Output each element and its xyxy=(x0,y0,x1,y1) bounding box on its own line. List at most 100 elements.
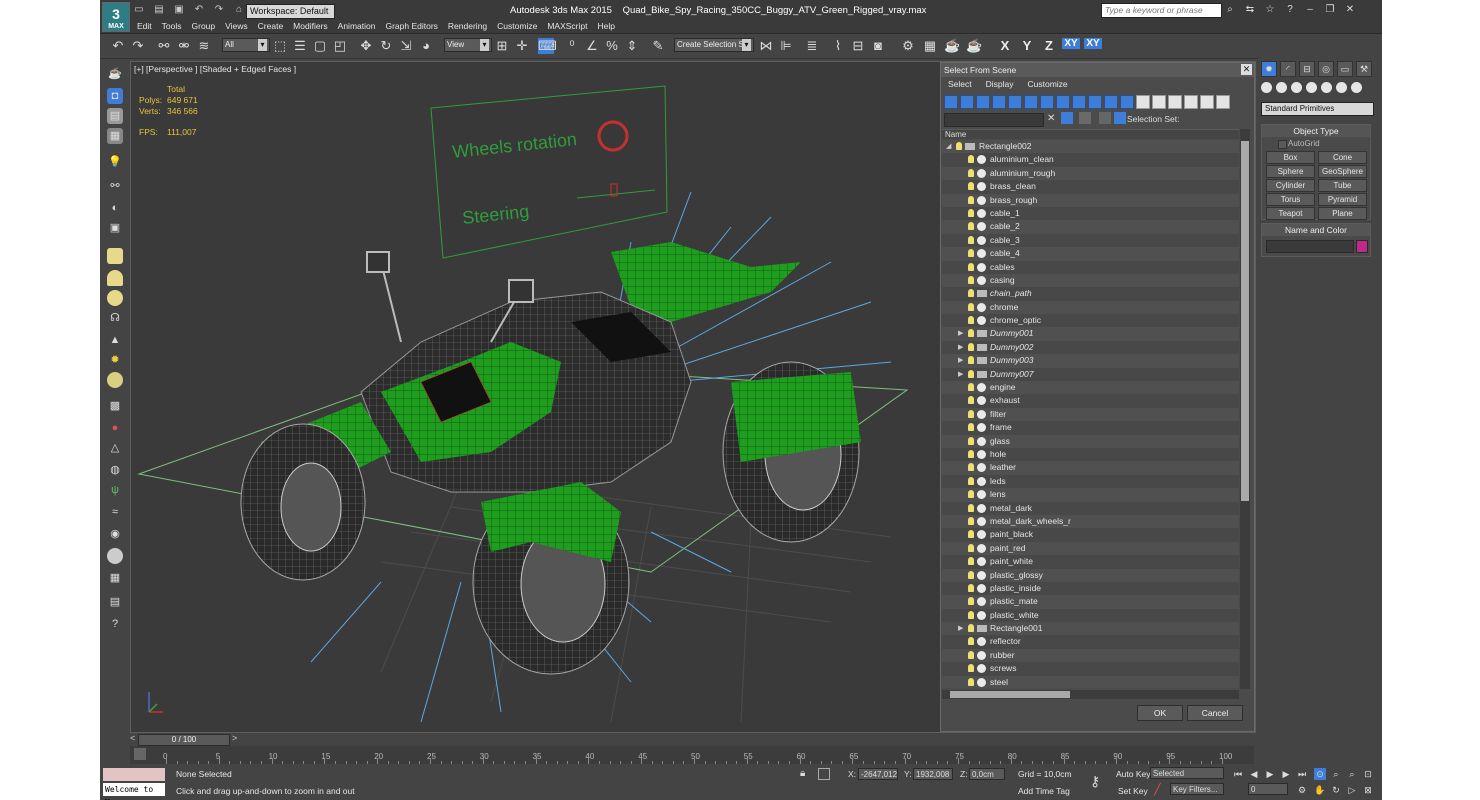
cone-button[interactable]: Cone xyxy=(1318,151,1367,164)
bulb-icon[interactable] xyxy=(968,624,974,633)
spinner-snap-icon[interactable]: ⇕ xyxy=(624,38,640,54)
scale-icon[interactable]: ⇲ xyxy=(398,38,414,54)
edit-named-selection-icon[interactable]: ✎ xyxy=(650,38,666,54)
reference-coordinate-dropdown[interactable]: View xyxy=(444,38,492,52)
list-item[interactable]: hole xyxy=(942,447,1239,462)
primitive-category-dropdown[interactable]: Standard Primitives xyxy=(1261,102,1374,116)
named-selection-dropdown[interactable]: Create Selection Se xyxy=(674,38,754,52)
options-icon[interactable] xyxy=(1216,95,1230,109)
align-icon[interactable]: ⊫ xyxy=(778,38,794,54)
filter-toggle-icon[interactable] xyxy=(1061,112,1073,124)
sphere-icon[interactable] xyxy=(107,290,123,306)
redo-icon[interactable]: ↷ xyxy=(130,38,146,54)
spacewarp-filter-icon[interactable] xyxy=(1024,95,1038,109)
list-item-root[interactable]: ◢ Rectangle002 xyxy=(942,140,1239,154)
y-coordinate-field[interactable]: 1932,008 xyxy=(913,768,953,780)
sort-icon[interactable] xyxy=(1200,95,1214,109)
plane-button[interactable]: Plane xyxy=(1318,207,1367,220)
bulb-icon[interactable] xyxy=(968,476,974,485)
shell-icon[interactable]: ◉ xyxy=(107,526,123,542)
ball-icon[interactable] xyxy=(107,372,123,388)
zoom-all-icon[interactable]: ⌕ xyxy=(1346,768,1358,780)
list-item[interactable]: rubber xyxy=(942,648,1239,663)
restore-icon[interactable]: ❐ xyxy=(1323,4,1337,16)
geometry-filter-icon[interactable] xyxy=(944,95,958,109)
list-item[interactable]: reflector xyxy=(942,635,1239,649)
helper-icon[interactable]: ⚯ xyxy=(107,178,123,194)
lock-selection-icon[interactable]: 🔒︎ xyxy=(800,768,805,779)
sphere-tool-icon[interactable]: ● xyxy=(107,420,123,436)
ok-button[interactable]: OK xyxy=(1137,705,1183,721)
autogrid-checkbox[interactable]: AutoGrid xyxy=(1278,139,1320,149)
key-icon[interactable]: ⚷ xyxy=(1090,773,1100,790)
layers-icon[interactable] xyxy=(1099,112,1111,124)
list-item[interactable]: ▶ Dummy001 xyxy=(942,327,1239,341)
modify-tab-icon[interactable]: ◜ xyxy=(1280,61,1296,77)
collapse-icon[interactable]: ◢ xyxy=(946,140,954,153)
dialog-menu-select[interactable]: Select xyxy=(941,78,979,91)
helpers-icon[interactable] xyxy=(1321,82,1332,93)
render-setup-icon[interactable]: ⚙ xyxy=(900,38,916,54)
search-input[interactable]: Type a keyword or phrase xyxy=(1101,3,1222,18)
bulb-icon[interactable] xyxy=(968,530,974,539)
name-column-header[interactable]: Name xyxy=(942,129,1239,139)
current-frame-field[interactable]: 0 xyxy=(1248,783,1288,795)
menu-views[interactable]: Views xyxy=(220,20,253,32)
list-item[interactable]: chain_path xyxy=(942,287,1239,301)
bulb-icon[interactable] xyxy=(968,195,974,204)
list-item[interactable]: filter xyxy=(942,407,1239,422)
invert-display-icon[interactable] xyxy=(1168,95,1182,109)
material-editor-icon[interactable]: ◙ xyxy=(870,38,886,54)
go-to-start-icon[interactable]: ⏮ xyxy=(1232,768,1244,780)
list-item[interactable]: cable_4 xyxy=(942,247,1239,261)
redo-icon[interactable]: ↷ xyxy=(212,4,226,16)
key-mode-toggle-icon[interactable]: ⊙ xyxy=(1314,768,1326,780)
exchange-icon[interactable]: ⇆ xyxy=(1243,4,1257,16)
list-item[interactable]: paint_white xyxy=(942,555,1239,569)
place-icon[interactable]: ◕ xyxy=(418,38,434,54)
key-mode-dropdown[interactable]: Selected xyxy=(1150,767,1224,779)
list-item[interactable]: brass_clean xyxy=(942,180,1239,194)
angle-snap-icon[interactable]: ∠ xyxy=(584,38,600,54)
close-icon[interactable]: ✕ xyxy=(1241,64,1252,75)
list-item[interactable]: leds xyxy=(942,474,1239,489)
bulb-icon[interactable] xyxy=(968,329,974,338)
schematic-view-icon[interactable]: ⊟ xyxy=(850,38,866,54)
list-item[interactable]: chrome_optic xyxy=(942,314,1239,328)
dialog-menu-display[interactable]: Display xyxy=(979,78,1021,91)
axis-xy-cycle-button[interactable]: XY xyxy=(1084,38,1102,49)
cameras-icon[interactable] xyxy=(1306,82,1317,93)
bulb-icon[interactable] xyxy=(968,463,974,472)
list-item[interactable]: metal_dark_wheels_r xyxy=(942,514,1239,529)
bulb-icon[interactable] xyxy=(968,155,974,164)
bulb-icon[interactable] xyxy=(968,396,974,405)
undo-icon[interactable]: ↶ xyxy=(110,38,126,54)
list-item[interactable]: casing xyxy=(942,273,1239,288)
triangle-icon[interactable]: △ xyxy=(107,440,123,456)
grid-icon[interactable]: ▦ xyxy=(107,128,123,144)
lights-icon[interactable] xyxy=(1291,82,1302,93)
bulb-icon[interactable] xyxy=(968,557,974,566)
search-icon[interactable]: ⌕ xyxy=(1223,4,1237,16)
bulb-icon[interactable] xyxy=(968,383,974,392)
axis-z-button[interactable]: Z xyxy=(1040,38,1058,53)
render-production-icon[interactable]: ☕ xyxy=(944,38,960,54)
cylinder-button[interactable]: Cylinder xyxy=(1266,179,1315,192)
bulb-icon[interactable] xyxy=(968,275,974,284)
scrollbar-thumb[interactable] xyxy=(1241,141,1249,501)
keyboard-shortcut-override-icon[interactable]: ⌨ xyxy=(538,38,557,54)
bulb-icon[interactable] xyxy=(968,289,974,298)
bulb-icon[interactable] xyxy=(968,342,974,351)
x-coordinate-field[interactable]: -2647,012 xyxy=(858,768,898,780)
open-icon[interactable]: ▤ xyxy=(152,4,166,16)
pan-icon[interactable]: ✋ xyxy=(1314,784,1326,796)
selection-set-icon[interactable] xyxy=(1114,112,1126,124)
shape-filter-icon[interactable] xyxy=(960,95,974,109)
bulb-icon[interactable] xyxy=(968,222,974,231)
box-button[interactable]: Box xyxy=(1266,151,1315,164)
bulb-icon[interactable] xyxy=(968,235,974,244)
sun-icon[interactable]: ✹ xyxy=(107,352,123,368)
tube-button[interactable]: Tube xyxy=(1318,179,1367,192)
globe-icon[interactable]: ◍ xyxy=(107,462,123,478)
bulb-icon[interactable] xyxy=(968,543,974,552)
